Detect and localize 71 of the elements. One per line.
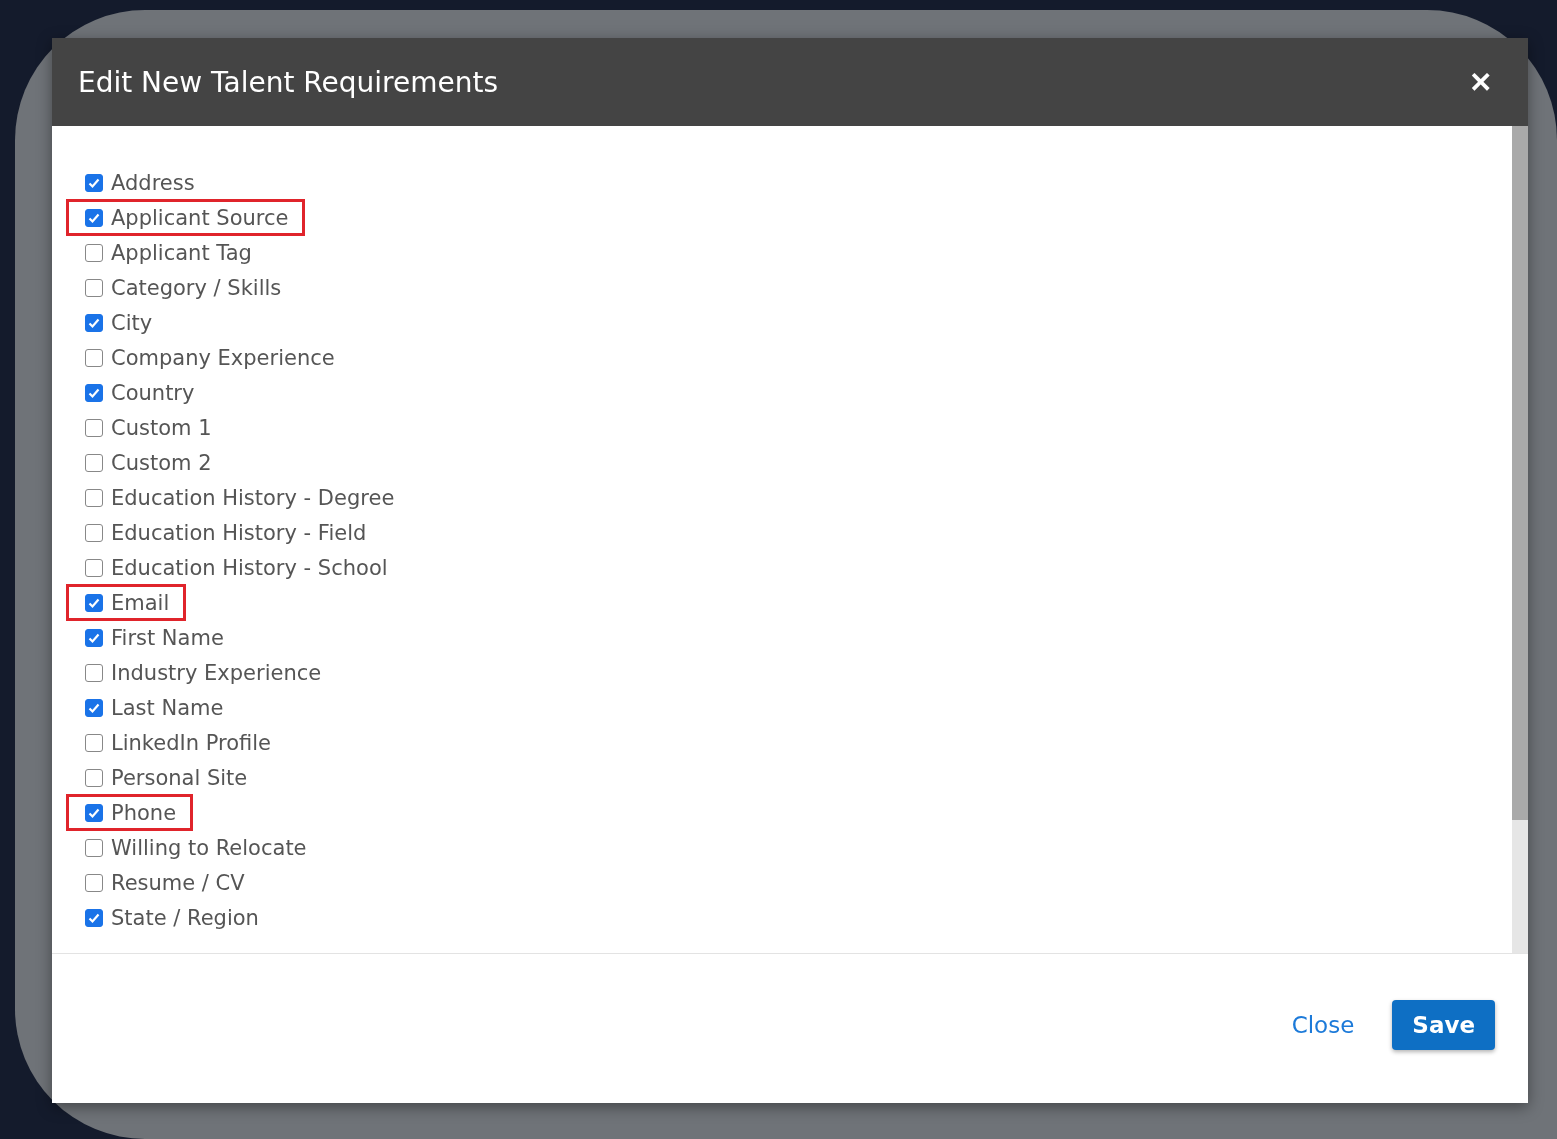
option-row[interactable]: Last Name (69, 692, 238, 723)
option-label: Willing to Relocate (111, 835, 307, 860)
option-label: Email (111, 590, 170, 615)
dialog-title: Edit New Talent Requirements (78, 65, 498, 99)
option-row[interactable]: Applicant Tag (69, 237, 266, 268)
option-label: Country (111, 380, 195, 405)
checkbox[interactable] (85, 208, 103, 227)
option-row[interactable]: Category / Skills (69, 272, 296, 303)
highlighted-option[interactable]: Phone (69, 797, 191, 828)
option-row[interactable]: Custom 1 (69, 412, 226, 443)
checkbox[interactable] (85, 523, 103, 542)
option-label: Education History - Field (111, 520, 367, 545)
checkbox[interactable] (85, 558, 103, 577)
option-row[interactable]: Education History - Field (69, 517, 381, 548)
option-label: Company Experience (111, 345, 335, 370)
close-button[interactable]: ✕ (1469, 65, 1492, 99)
checkbox[interactable] (85, 348, 103, 367)
close-button[interactable]: Close (1285, 1010, 1361, 1039)
checkbox[interactable] (85, 418, 103, 437)
option-row[interactable]: City (69, 307, 167, 338)
option-label: First Name (111, 625, 224, 650)
option-row[interactable]: Custom 2 (69, 447, 226, 478)
option-label: Phone (111, 800, 177, 825)
checkbox[interactable] (85, 488, 103, 507)
option-label: Last Name (111, 695, 224, 720)
option-label: Applicant Source (111, 205, 289, 230)
option-label: Resume / CV (111, 870, 245, 895)
checkbox[interactable] (85, 873, 103, 892)
checkbox[interactable] (85, 768, 103, 787)
checkbox[interactable] (85, 243, 103, 262)
option-row[interactable]: Personal Site (69, 762, 262, 793)
checkbox[interactable] (85, 803, 103, 822)
option-row[interactable]: Willing to Relocate (69, 832, 321, 863)
option-row[interactable]: Country (69, 377, 209, 408)
checkbox[interactable] (85, 593, 103, 612)
checkbox[interactable] (85, 173, 103, 192)
checkbox[interactable] (85, 908, 103, 927)
option-row[interactable]: LinkedIn Profile (69, 727, 285, 758)
checkbox[interactable] (85, 628, 103, 647)
option-row[interactable]: Education History - Degree (69, 482, 409, 513)
option-row[interactable]: Company Experience (69, 342, 349, 373)
checkbox[interactable] (85, 698, 103, 717)
checkbox[interactable] (85, 663, 103, 682)
option-label: Custom 2 (111, 450, 212, 475)
option-label: Custom 1 (111, 415, 212, 440)
option-row[interactable]: Resume / CV (69, 867, 259, 898)
option-label: Category / Skills (111, 275, 282, 300)
option-row[interactable]: Education History - School (69, 552, 402, 583)
option-row[interactable]: State / Region (69, 902, 273, 933)
option-row[interactable]: Industry Experience (69, 657, 336, 688)
option-label: Personal Site (111, 765, 248, 790)
checkbox[interactable] (85, 733, 103, 752)
checkbox[interactable] (85, 838, 103, 857)
option-label: Education History - School (111, 555, 388, 580)
option-label: Address (111, 170, 195, 195)
option-row[interactable]: Address (69, 167, 209, 198)
checkbox[interactable] (85, 313, 103, 332)
option-row[interactable]: First Name (69, 622, 238, 653)
checkbox[interactable] (85, 278, 103, 297)
checkbox[interactable] (85, 383, 103, 402)
option-label: Education History - Degree (111, 485, 395, 510)
option-label: State / Region (111, 905, 259, 930)
highlighted-option[interactable]: Email (69, 587, 184, 618)
scrollbar[interactable] (1512, 126, 1528, 953)
checkbox[interactable] (85, 453, 103, 472)
option-label: Applicant Tag (111, 240, 252, 265)
option-label: LinkedIn Profile (111, 730, 271, 755)
option-label: Industry Experience (111, 660, 322, 685)
option-label: City (111, 310, 153, 335)
save-button[interactable]: Save (1392, 999, 1495, 1050)
highlighted-option[interactable]: Applicant Source (69, 202, 303, 233)
